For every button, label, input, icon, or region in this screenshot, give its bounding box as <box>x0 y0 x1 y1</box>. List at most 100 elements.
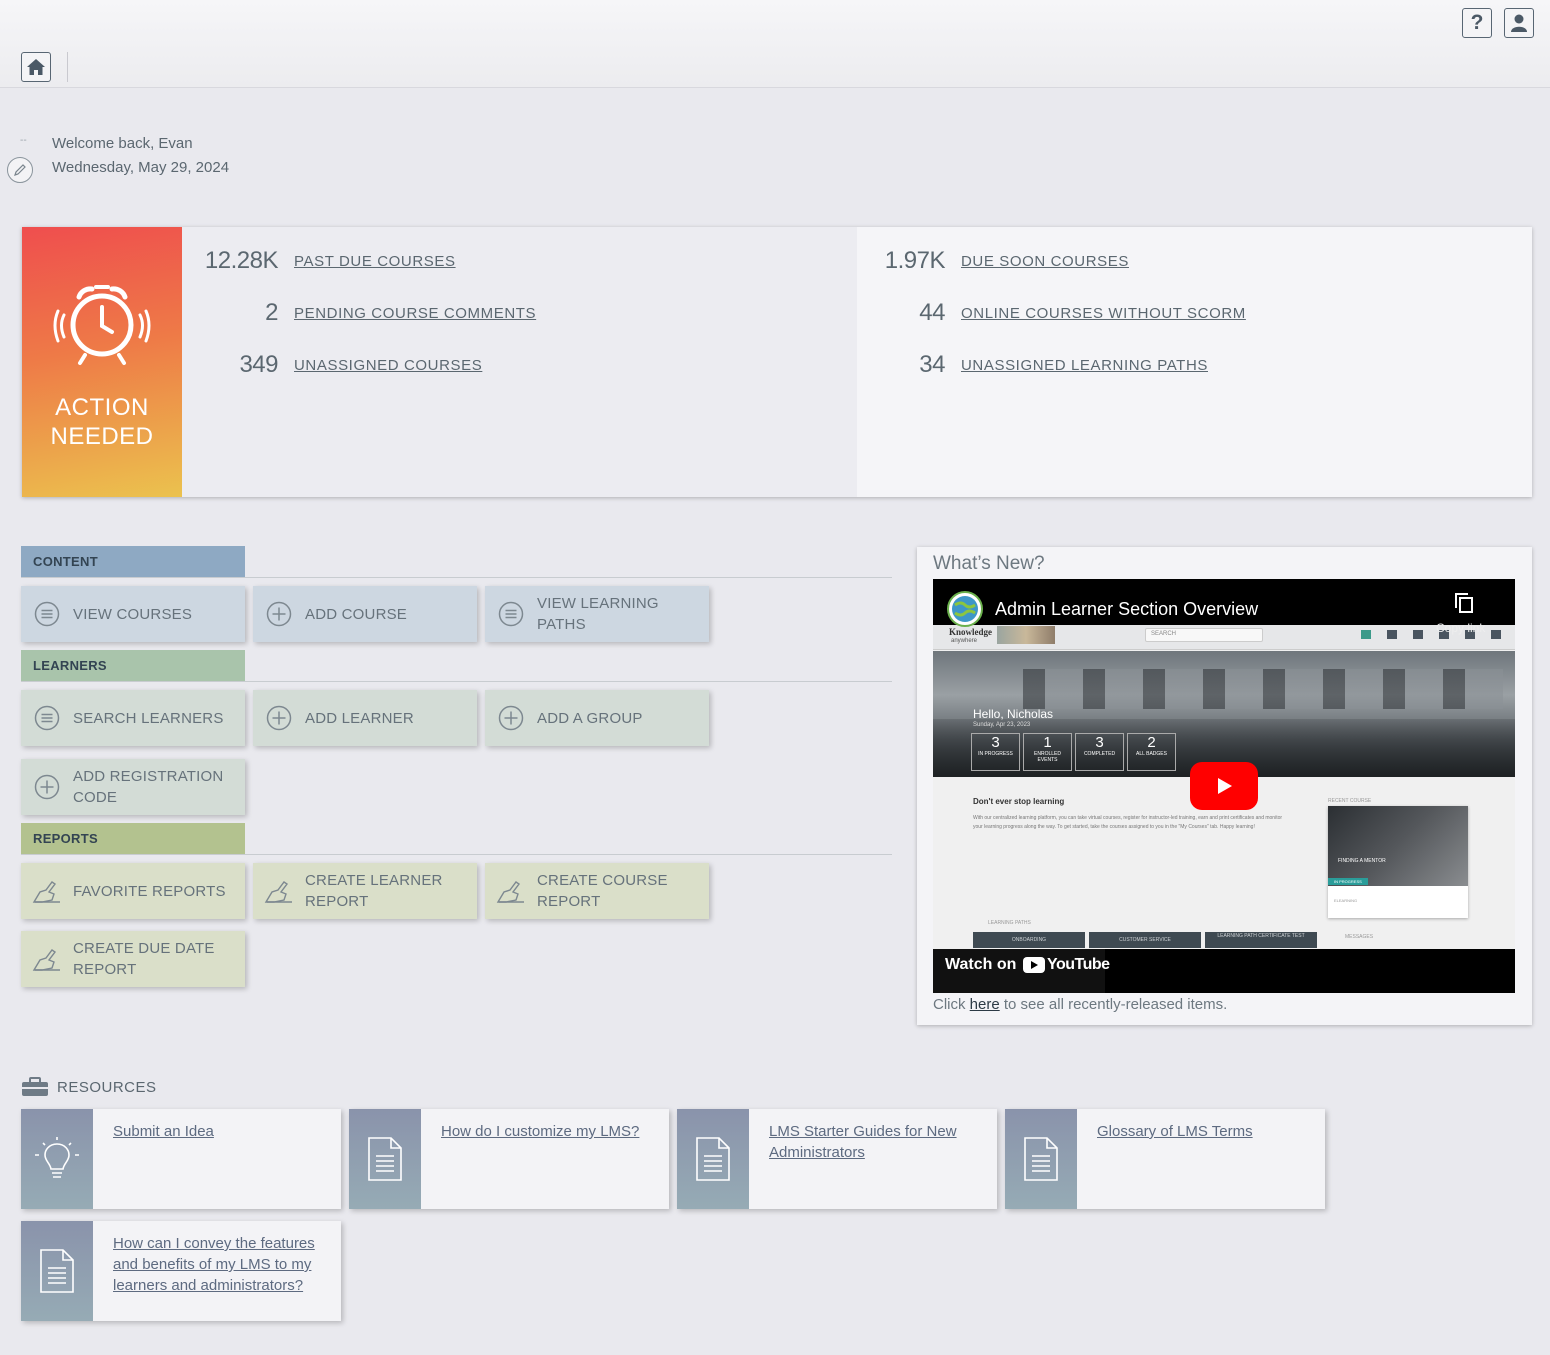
resource-icon-strip <box>21 1221 93 1321</box>
section-tab-reports: REPORTS <box>21 823 245 854</box>
pencil-icon <box>14 164 26 176</box>
plus-circle-icon <box>266 601 292 627</box>
add-group-button[interactable]: ADD A GROUP <box>485 690 709 746</box>
resource-link[interactable]: Glossary of LMS Terms <box>1097 1121 1312 1142</box>
stat-value: 34 <box>919 351 945 378</box>
watch-on-youtube-bar[interactable]: Watch on YouTube <box>933 949 1515 993</box>
video-recent-course: RECENT COURSE <box>1328 798 1372 804</box>
tile-label: CREATE LEARNER REPORT <box>305 872 443 910</box>
video-stat-number: 3 <box>1095 734 1104 751</box>
tile-label: ADD LEARNER <box>305 709 414 727</box>
writing-hand-icon <box>496 881 524 903</box>
play-icon <box>1218 778 1232 794</box>
unassigned-learning-paths-link[interactable]: UNASSIGNED LEARNING PATHS <box>961 357 1208 374</box>
tile-label: CREATE COURSE REPORT <box>537 872 668 910</box>
youtube-logo-icon <box>1023 957 1045 973</box>
action-title-line1: ACTION <box>55 394 149 421</box>
welcome-block: Welcome back, Evan Wednesday, May 29, 20… <box>52 132 229 180</box>
tile-label: VIEW COURSES <box>73 605 193 623</box>
home-icon <box>27 59 45 75</box>
stat-value: 44 <box>919 299 945 326</box>
resource-link[interactable]: How do I customize my LMS? <box>441 1121 656 1142</box>
favorite-reports-button[interactable]: FAVORITE REPORTS <box>21 863 245 919</box>
help-button[interactable]: ? <box>1462 8 1492 38</box>
video-mentor: FINDING A MENTOR <box>1338 858 1386 864</box>
video-path-tab: CUSTOMER SERVICE <box>1089 932 1201 948</box>
resource-card[interactable]: Submit an Idea <box>21 1109 341 1209</box>
due-soon-courses-link[interactable]: DUE SOON COURSES <box>961 253 1129 270</box>
video-stat-label: IN PROGRESS <box>978 751 1013 757</box>
section-tab-learners: LEARNERS <box>21 650 245 681</box>
resource-icon-strip <box>677 1109 749 1209</box>
stat-value: 349 <box>239 351 278 378</box>
plus-circle-icon <box>498 705 524 731</box>
document-icon <box>368 1137 402 1181</box>
view-courses-button[interactable]: VIEW COURSES <box>21 586 245 642</box>
action-title-line2: NEEDED <box>50 423 154 450</box>
profile-button[interactable] <box>1504 8 1534 38</box>
copy-link-label[interactable]: Copy link <box>1436 621 1485 635</box>
video-search: SEARCH <box>1151 631 1177 637</box>
tile-label: VIEW LEARNING PATHS <box>537 595 659 633</box>
pending-course-comments-link[interactable]: PENDING COURSE COMMENTS <box>294 305 536 322</box>
document-icon <box>1024 1137 1058 1181</box>
online-courses-without-scorm-link[interactable]: ONLINE COURSES WITHOUT SCORM <box>961 305 1246 322</box>
video-path-tab: LEARNING PATH CERTIFICATE TEST <box>1205 932 1317 948</box>
copy-icon[interactable] <box>1454 592 1474 614</box>
help-icon: ? <box>1470 11 1484 34</box>
watch-on-label: Watch on <box>945 956 1017 973</box>
stat-value: 1.97K <box>884 247 946 274</box>
top-bar: ? <box>0 0 1550 88</box>
add-course-button[interactable]: ADD COURSE <box>253 586 477 642</box>
action-needed-title: ACTION NEEDED <box>22 393 182 451</box>
writing-hand-icon <box>32 949 60 971</box>
resource-card[interactable]: Glossary of LMS Terms <box>1005 1109 1325 1209</box>
tile-label: CREATE DUE DATE REPORT <box>73 940 215 978</box>
view-learning-paths-button[interactable]: VIEW LEARNING PATHS <box>485 586 709 642</box>
stat-unassigned-courses: 349 UNASSIGNED COURSES <box>182 351 482 379</box>
section-tab-content: CONTENT <box>21 546 245 577</box>
plus-circle-icon <box>266 705 292 731</box>
edit-button[interactable] <box>7 157 33 183</box>
resource-icon-strip <box>1005 1109 1077 1209</box>
resource-card[interactable]: LMS Starter Guides for New Administrator… <box>677 1109 997 1209</box>
home-button[interactable] <box>21 52 51 82</box>
unassigned-courses-link[interactable]: UNASSIGNED COURSES <box>294 357 482 374</box>
stat-pending-comments: 2 PENDING COURSE COMMENTS <box>182 299 536 327</box>
play-button[interactable] <box>1190 762 1258 810</box>
resource-card[interactable]: How do I customize my LMS? <box>349 1109 669 1209</box>
past-due-courses-link[interactable]: PAST DUE COURSES <box>294 253 456 270</box>
video-stat-number: 2 <box>1147 734 1156 751</box>
welcome-text: Welcome back, Evan <box>52 135 193 152</box>
create-due-date-report-button[interactable]: CREATE DUE DATE REPORT <box>21 931 245 987</box>
add-learner-button[interactable]: ADD LEARNER <box>253 690 477 746</box>
user-icon <box>1511 14 1527 32</box>
footer-text-post: to see all recently-released items. <box>999 996 1228 1013</box>
recent-items-link[interactable]: here <box>970 996 1000 1013</box>
search-learners-button[interactable]: SEARCH LEARNERS <box>21 690 245 746</box>
video-player[interactable]: Knowledge anywhere SEARCH Hello, Nichola… <box>933 579 1515 993</box>
footer-text-pre: Click <box>933 996 970 1013</box>
resource-icon-strip <box>349 1109 421 1209</box>
create-course-report-button[interactable]: CREATE COURSE REPORT <box>485 863 709 919</box>
collapse-dash[interactable]: -- <box>20 135 27 146</box>
resources-title: RESOURCES <box>57 1078 157 1096</box>
whats-new-footer: Click here to see all recently-released … <box>933 996 1227 1013</box>
video-stat-label: ALL BADGES <box>1136 751 1167 757</box>
resource-card[interactable]: How can I convey the features and benefi… <box>21 1221 341 1321</box>
video-in-progress: IN PROGRESS <box>1328 878 1368 885</box>
create-learner-report-button[interactable]: CREATE LEARNER REPORT <box>253 863 477 919</box>
resource-link[interactable]: Submit an Idea <box>113 1121 328 1142</box>
current-date: Wednesday, May 29, 2024 <box>52 159 230 176</box>
video-path-tab: ONBOARDING <box>973 932 1085 948</box>
video-stat-boxes: 3 IN PROGRESS 1 ENROLLED EVENTS 3 COMPLE… <box>971 733 1176 771</box>
stat-past-due: 12.28K PAST DUE COURSES <box>182 247 456 275</box>
resource-link[interactable]: LMS Starter Guides for New Administrator… <box>769 1121 984 1163</box>
lightbulb-icon <box>35 1137 79 1178</box>
resource-link[interactable]: How can I convey the features and benefi… <box>113 1233 328 1296</box>
channel-logo[interactable] <box>947 591 983 627</box>
add-registration-code-button[interactable]: ADD REGISTRATION CODE <box>21 759 245 815</box>
document-icon <box>696 1137 730 1181</box>
action-needed-badge: ACTION NEEDED <box>22 227 182 497</box>
video-title[interactable]: Admin Learner Section Overview <box>995 599 1258 620</box>
